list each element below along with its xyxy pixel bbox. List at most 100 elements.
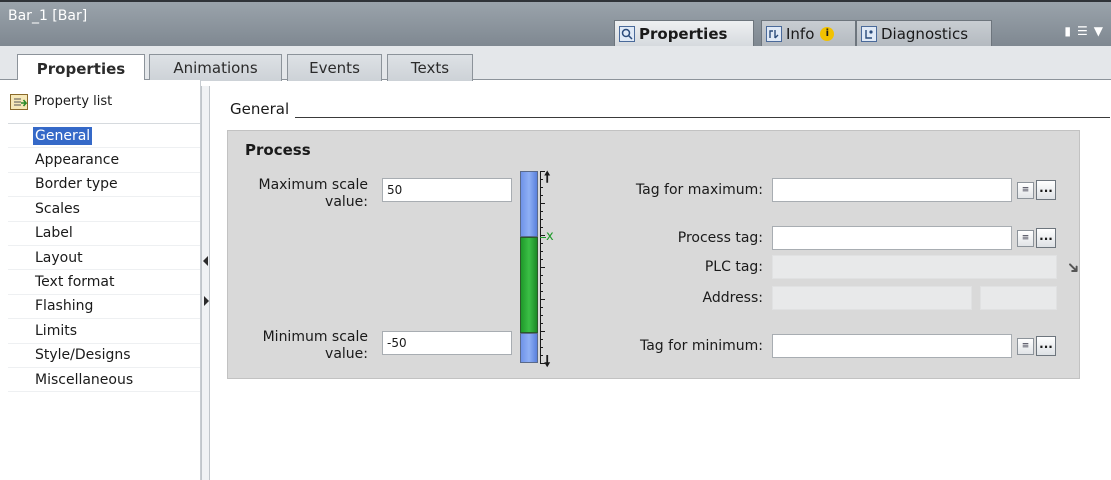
group-title: Process [245, 141, 311, 159]
scale-tick [540, 219, 543, 220]
expand-right-icon[interactable] [204, 296, 209, 306]
window-controls: ▮ ☰ ▼ [1064, 24, 1103, 38]
scale-tick [540, 275, 543, 276]
min-scale-label-line2: value: [325, 346, 368, 362]
top-tab-diagnostics-label: Diagnostics [881, 24, 969, 43]
tag-max-browse-button[interactable]: ... [1036, 180, 1056, 200]
tag-min-label: Tag for minimum: [639, 338, 763, 354]
scale-tick [540, 347, 543, 348]
property-list-icon [10, 93, 28, 110]
tag-max-list-icon[interactable]: ≡ [1017, 182, 1034, 199]
tag-min-browse-button[interactable]: ... [1036, 336, 1056, 356]
bar-preview-value [520, 237, 538, 333]
plc-tag-label: PLC tag: [704, 259, 763, 275]
scale-tick [540, 283, 543, 284]
sidebar-item-label: Limits [35, 322, 77, 339]
sidebar-item-scales[interactable]: Scales [8, 197, 200, 222]
scale-tick [540, 195, 543, 196]
scale-tick [540, 339, 543, 340]
scale-tick [540, 355, 543, 356]
scale-tick [540, 243, 543, 244]
window-title: Bar_1 [Bar] [8, 8, 88, 24]
float-window-icon[interactable]: ▮ [1064, 24, 1071, 38]
sidebar-item-label: Layout [35, 249, 83, 266]
process-tag-list-icon[interactable]: ≡ [1017, 230, 1034, 247]
address-field [772, 286, 972, 310]
scale-tick [540, 267, 545, 268]
sidebar-item-label: Border type [35, 176, 118, 193]
sidebar-item-label: Text format [35, 274, 115, 291]
tag-min-input[interactable] [772, 334, 1012, 358]
top-tab-diagnostics[interactable]: Diagnostics [856, 20, 992, 46]
top-tab-properties-label: Properties [639, 24, 728, 43]
max-scale-label: Maximum scale value: [248, 177, 368, 211]
diagnostics-icon [861, 25, 877, 42]
process-tag-browse-button[interactable]: ... [1036, 228, 1056, 248]
scale-tick [540, 259, 543, 260]
tab-animations[interactable]: Animations [149, 54, 282, 81]
info-icon [766, 25, 782, 42]
tab-properties[interactable]: Properties [17, 54, 145, 82]
bar-preview-upper [520, 171, 538, 237]
process-tag-label: Process tag: [677, 230, 763, 246]
sidebar-item-label: General [33, 126, 93, 145]
scale-tick [540, 315, 543, 316]
address-bit-field [980, 286, 1057, 310]
max-scale-label-line1: Maximum scale [258, 177, 368, 193]
sidebar-item-general[interactable]: General [8, 124, 200, 149]
sidebar-item-label: Miscellaneous [35, 371, 134, 388]
section-heading: General [230, 100, 296, 118]
plc-tag-field [772, 255, 1057, 279]
scale-tick [540, 251, 543, 252]
sidebar-item-flashing[interactable]: Flashing [8, 295, 200, 320]
sidebar-item-limits[interactable]: Limits [8, 319, 200, 344]
scale-tick [540, 291, 543, 292]
scale-tick [540, 235, 545, 236]
layout-menu-icon[interactable]: ☰ [1077, 24, 1088, 38]
scale-tick [540, 307, 543, 308]
tag-max-input[interactable] [772, 178, 1012, 202]
properties-window-titlebar: Bar_1 [Bar] Properties Info i Diagnostic… [0, 0, 1111, 46]
min-arrow-icon: 🠗 [544, 352, 551, 370]
address-label: Address: [702, 290, 763, 306]
min-scale-input[interactable]: -50 [382, 331, 512, 355]
scale-tick [540, 203, 545, 204]
collapse-left-icon[interactable] [203, 256, 208, 266]
chevron-down-icon[interactable]: ▼ [1094, 24, 1103, 38]
tag-min-list-icon[interactable]: ≡ [1017, 338, 1034, 355]
sidebar-item-layout[interactable]: Layout [8, 246, 200, 271]
section-divider [230, 117, 1110, 118]
warning-badge-icon: i [820, 26, 835, 41]
sidebar-item-label: Label [35, 225, 73, 242]
scale-tick [540, 187, 543, 188]
sidebar-item-label: Style/Designs [35, 347, 131, 364]
max-arrow-icon: 🠕 [544, 168, 551, 186]
sidebar-item-miscellaneous[interactable]: Miscellaneous [8, 368, 200, 393]
subtab-strip: Properties Animations Events Texts [0, 46, 1111, 82]
tab-texts[interactable]: Texts [387, 54, 473, 81]
min-scale-label: Minimum scale value: [248, 329, 368, 363]
sidebar-item-border-type[interactable]: Border type [8, 173, 200, 198]
max-scale-label-line2: value: [325, 194, 368, 210]
sidebar-item-label[interactable]: Label [8, 222, 200, 246]
top-tab-info-label: Info [786, 24, 815, 43]
sidebar-item-style-designs[interactable]: Style/Designs [8, 344, 200, 368]
sidebar-item-appearance[interactable]: Appearance [8, 148, 200, 173]
top-tab-info[interactable]: Info i [761, 20, 856, 46]
process-tag-input[interactable] [772, 226, 1012, 250]
bar-preview-lower [520, 333, 538, 363]
value-marker: x [546, 229, 554, 244]
property-list-nav: Property list General Appearance Border … [8, 80, 201, 480]
scale-tick [540, 331, 545, 332]
property-list-header: Property list [8, 80, 200, 124]
panel-splitter[interactable] [201, 86, 210, 480]
tab-events[interactable]: Events [287, 54, 382, 81]
top-tab-properties[interactable]: Properties [614, 20, 754, 46]
sidebar-item-label: Scales [35, 200, 80, 217]
scale-tick [540, 299, 545, 300]
max-scale-input[interactable]: 50 [382, 178, 512, 202]
properties-icon [619, 25, 635, 42]
tag-max-label: Tag for maximum: [635, 182, 763, 198]
sidebar-item-text-format[interactable]: Text format [8, 270, 200, 295]
property-list-title: Property list [34, 94, 113, 109]
